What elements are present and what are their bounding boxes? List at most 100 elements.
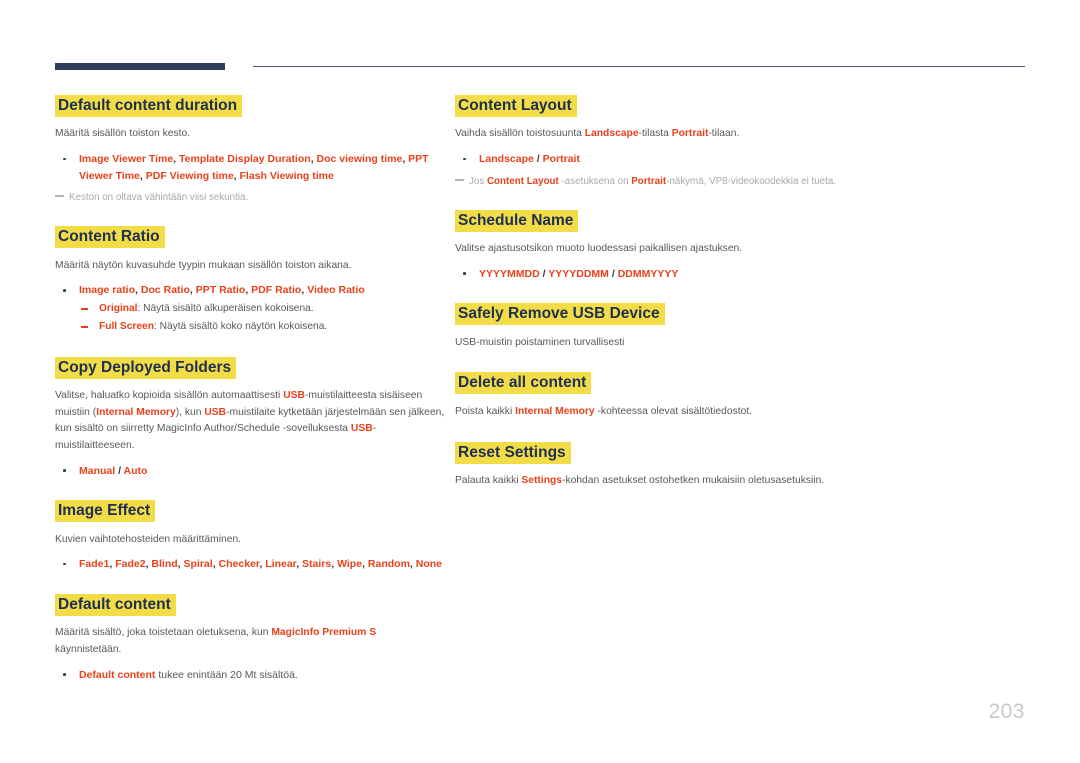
heading-highlight: Schedule Name	[455, 209, 579, 232]
section-default-content: Default content Määritä sisältö, joka toi…	[55, 593, 445, 684]
intro-part: ), kun	[175, 406, 205, 418]
list-item-part: Fade1	[79, 558, 110, 571]
section-heading-default-content: Default content	[55, 593, 445, 616]
intro-part: -kohteessa olevat sisältötiedostot.	[594, 405, 753, 417]
note-text: Keston on oltava vähintään viisi sekunti…	[69, 192, 248, 203]
section-heading-content-layout: Content Layout	[455, 95, 855, 117]
list-item-part: Spiral	[183, 558, 213, 571]
bullet-list-default-content-duration: Image Viewer Time, Template Display Dura…	[55, 151, 445, 184]
section-heading-image-effect: Image Effect	[55, 500, 445, 523]
list-item-part: /	[115, 464, 124, 477]
list-item-part: Image Viewer Time	[79, 153, 174, 166]
page-number: 203	[988, 700, 1025, 723]
sub-list-item: Original: Näytä sisältö alkuperäisen kok…	[79, 301, 445, 317]
section-heading-delete-all-content: Delete all content	[455, 372, 855, 395]
list-item-part: Random	[367, 558, 410, 571]
section-heading-copy-deployed-folders: Copy Deployed Folders	[55, 356, 445, 379]
section-reset-settings: Reset Settings Palauta kaikki Settings-ko…	[455, 441, 855, 490]
bullet-dot-icon	[63, 673, 66, 676]
list-item-part: /	[539, 267, 549, 280]
note-part: Keston on oltava vähintään viisi sekunti…	[69, 192, 249, 204]
bullet-dot-icon	[463, 272, 466, 275]
list-item-part: Wipe	[337, 558, 363, 571]
heading-highlight: Content Layout	[455, 95, 577, 117]
section-heading-safely-remove-usb-device: Safely Remove USB Device	[455, 303, 855, 326]
list-item: Manual / Auto	[55, 463, 445, 480]
intro-part: MagicInfo Premium S	[271, 627, 377, 639]
section-safely-remove-usb-device: Safely Remove USB Device USB-muistin pois…	[455, 303, 855, 351]
intro-part: Poista kaikki	[455, 405, 516, 417]
section-intro-content-ratio: Määritä näytön kuvasuhde tyypin mukaan s…	[55, 259, 352, 271]
section-schedule-name: Schedule Name Valitse ajastusotsikon muot…	[455, 209, 855, 283]
list-item-part: None	[415, 558, 442, 571]
list-item-part: Landscape	[479, 153, 534, 166]
list-item-part: Manual	[79, 464, 116, 477]
list-item-part: Auto	[123, 464, 148, 477]
list-item-part: Doc Ratio	[140, 284, 190, 297]
note-default-content-duration: Keston on oltava vähintään viisi sekunti…	[55, 190, 445, 205]
section-intro-default-content: Määritä sisältö, joka toistetaan oletuks…	[55, 625, 445, 658]
section-content-ratio: Content Ratio Määritä näytön kuvasuhde ty…	[55, 226, 445, 335]
intro-part: USB	[283, 390, 305, 401]
list-item-part: DDMMYYYY	[617, 267, 679, 280]
section-heading-reset-settings: Reset Settings	[455, 441, 855, 464]
bullet-dot-icon	[63, 469, 66, 472]
bullet-list-schedule-name: YYYYMMDD / YYYYDDMM / DDMMYYYY	[455, 266, 855, 283]
intro-part: Portrait	[671, 128, 709, 140]
list-item: Default content tukee enintään 20 Mt sis…	[55, 667, 445, 684]
list-item-part: tukee enintään 20 Mt sisältöä.	[155, 668, 298, 681]
list-item-part: /	[533, 153, 543, 166]
intro-part: -tilasta	[638, 128, 672, 140]
list-item-part: Linear	[265, 558, 297, 571]
note-part: -asetuksena on	[558, 175, 632, 187]
intro-part: Settings	[521, 474, 563, 486]
sub-list-item-part: : Näytä sisältö alkuperäisen kokoisena.	[137, 303, 314, 314]
header-rule-thin	[253, 66, 1025, 68]
section-intro-copy-deployed-folders: Valitse, haluatko kopioida sisällön auto…	[55, 388, 445, 455]
intro-part: Vaihda sisällön toistosuunta	[455, 128, 585, 140]
intro-part: USB	[350, 423, 373, 435]
section-intro-reset-settings: Palauta kaikki Settings-kohdan asetukset…	[455, 473, 855, 490]
dash-bullet-icon	[81, 308, 88, 310]
section-heading-schedule-name: Schedule Name	[455, 209, 855, 232]
list-item-part: Checker	[218, 558, 260, 571]
note-part: Jos	[469, 175, 487, 187]
heading-highlight: Image Effect	[55, 500, 156, 523]
note-dash-icon	[55, 195, 64, 198]
section-delete-all-content: Delete all content Poista kaikki Internal…	[455, 372, 855, 420]
list-item-label: Landscape / Portrait	[479, 153, 580, 165]
section-default-content-duration: Default content duration Määritä sisällön…	[55, 95, 445, 205]
bullet-dot-icon	[463, 157, 466, 161]
bullet-list-content-ratio: Image ratio, Doc Ratio, PPT Ratio, PDF R…	[55, 282, 445, 335]
list-item: Image Viewer Time, Template Display Dura…	[55, 151, 445, 184]
section-heading-content-ratio: Content Ratio	[55, 226, 445, 249]
list-item-part: PPT Ratio	[195, 284, 246, 297]
heading-highlight: Reset Settings	[455, 441, 571, 464]
list-item: Fade1, Fade2, Blind, Spiral, Checker, Li…	[55, 556, 445, 573]
list-item-label: Default content tukee enintään 20 Mt sis…	[79, 669, 298, 681]
section-intro-content-layout: Vaihda sisällön toistosuunta Landscape-t…	[455, 126, 855, 143]
heading-highlight: Delete all content	[455, 372, 592, 395]
list-item-part: Image ratio	[79, 284, 136, 297]
intro-part: Internal Memory	[96, 406, 176, 418]
bullet-dot-icon	[63, 562, 66, 566]
bullet-dot-icon	[63, 288, 66, 292]
intro-part: Palauta kaikki	[455, 474, 522, 486]
list-item-part: Portrait	[542, 153, 580, 166]
heading-highlight: Default content duration	[55, 95, 243, 117]
intro-part: Internal Memory	[515, 405, 595, 417]
manual-page: Default content duration Määritä sisällön…	[0, 0, 1080, 763]
heading-highlight: Safely Remove USB Device	[455, 303, 665, 326]
list-item: Image ratio, Doc Ratio, PPT Ratio, PDF R…	[55, 282, 445, 335]
list-item-part: Blind	[151, 558, 178, 571]
list-item: YYYYMMDD / YYYYDDMM / DDMMYYYY	[455, 266, 855, 283]
bullet-dot-icon	[63, 157, 66, 161]
heading-highlight: Default content	[55, 593, 176, 616]
right-column: Content Layout Vaihda sisällön toistosuun…	[455, 95, 855, 512]
section-content-layout: Content Layout Vaihda sisällön toistosuun…	[455, 95, 855, 189]
note-part: Portrait	[631, 175, 667, 187]
bullet-list-image-effect: Fade1, Fade2, Blind, Spiral, Checker, Li…	[55, 556, 445, 573]
section-copy-deployed-folders: Copy Deployed Folders Valitse, haluatko k…	[55, 356, 445, 480]
note-part: -näkymä, VP8-videokoodekkia ei tueta.	[666, 175, 836, 187]
sub-list-item-part: : Näytä sisältö koko näytön kokoisena.	[153, 321, 328, 333]
